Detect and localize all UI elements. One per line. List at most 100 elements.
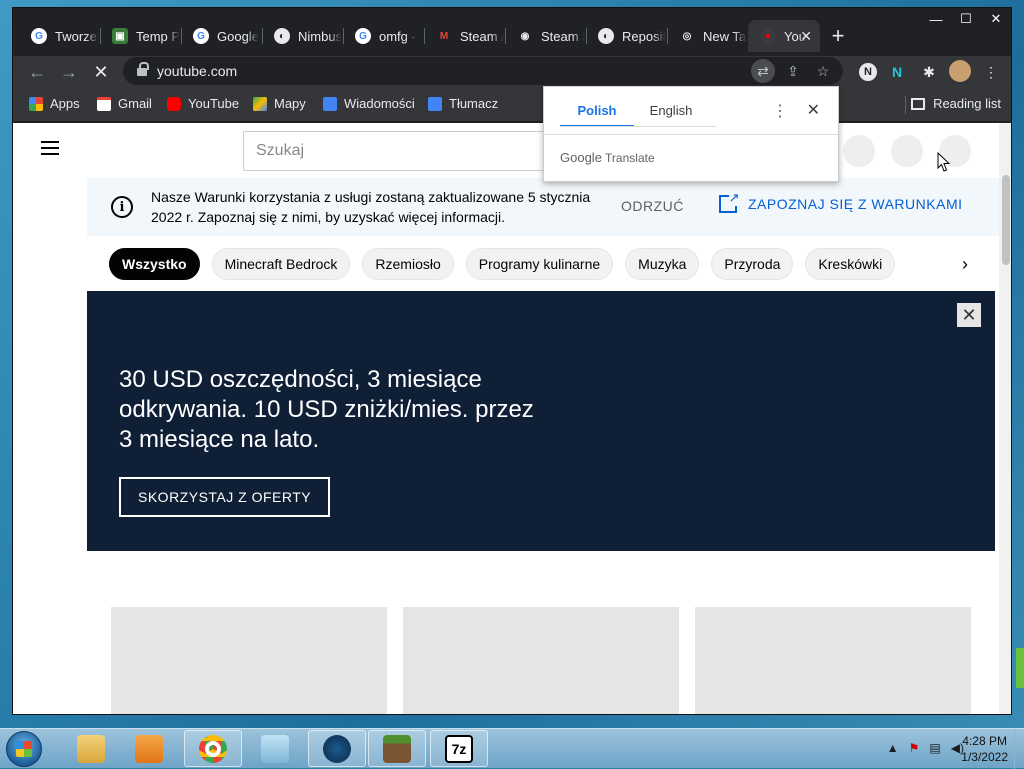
chip-muzyka[interactable]: Muzyka <box>625 248 700 280</box>
tab-temp-play[interactable]: ▣ Temp Play <box>100 20 181 52</box>
tab-polish[interactable]: Polish <box>560 95 634 127</box>
gmail-icon: M <box>436 28 452 44</box>
tab-title: Temp Play <box>136 28 180 44</box>
bookmark-apps[interactable]: Apps <box>29 96 80 111</box>
youtube-page: Szukaj i Nasze Warunki korzystania z usł… <box>13 123 1011 714</box>
tab-close-icon[interactable]: ✕ <box>800 28 812 45</box>
back-button[interactable]: ← <box>25 60 49 84</box>
windows-logo-icon <box>16 741 32 757</box>
dismiss-button[interactable]: ODRZUĆ <box>621 198 684 214</box>
bookmark-gmail[interactable]: Gmail <box>97 96 152 111</box>
chip-programy-kulinarne[interactable]: Programy kulinarne <box>465 248 614 280</box>
puzzle-icon[interactable]: ✱ <box>917 60 941 84</box>
tab-steam-s[interactable]: ◉ Steam S <box>505 20 586 52</box>
action-center-icon[interactable]: ⚑ <box>909 741 920 755</box>
reading-list-button[interactable]: Reading list <box>911 96 1001 111</box>
tab-new-tab[interactable]: ◎ New Tab <box>667 20 748 52</box>
close-icon[interactable]: ✕ <box>957 303 981 327</box>
minimize-button[interactable]: — <box>921 8 951 30</box>
network-icon[interactable]: ▤ <box>929 741 940 755</box>
chrome-icon <box>199 734 227 763</box>
chip-wszystko[interactable]: Wszystko <box>109 248 200 280</box>
system-tray: ▲ ⚑ ▤ ◀) <box>887 741 964 755</box>
review-terms-button[interactable]: ZAPOZNAJ SIĘ Z WARUNKAMI <box>719 190 963 213</box>
bookmark-youtube[interactable]: YouTube <box>167 96 239 111</box>
clock-time: 4:28 PM <box>962 734 1007 748</box>
chip-kreskowki[interactable]: Kreskówki <box>805 248 896 280</box>
tab-reposit[interactable]: ◐ Reposit <box>586 20 667 52</box>
notepad-icon <box>261 734 289 763</box>
taskbar-7zip[interactable]: 7z <box>430 730 488 767</box>
promo-cta-button[interactable]: SKORZYSTAJ Z OFERTY <box>119 477 331 517</box>
review-terms-label: ZAPOZNAJ SIĘ Z WARUNKAMI <box>748 196 963 212</box>
page-scrollbar[interactable] <box>999 123 1011 714</box>
bookmark-label: Gmail <box>118 96 152 111</box>
news-icon <box>323 96 337 111</box>
star-icon[interactable]: ☆ <box>811 59 835 83</box>
extension-nimbus-icon[interactable]: N <box>885 60 909 84</box>
close-icon[interactable]: ✕ <box>807 100 820 120</box>
bookmark-tlumacz[interactable]: Tłumacz <box>428 96 498 111</box>
placeholder-button <box>843 135 875 167</box>
taskbar-notepad[interactable] <box>246 730 304 767</box>
tab-steam-a[interactable]: M Steam A <box>424 20 505 52</box>
tab-tworzenie[interactable]: G Tworzenie <box>19 20 100 52</box>
tab-english[interactable]: English <box>634 95 708 127</box>
taskbar-minecraft[interactable] <box>368 730 426 767</box>
tab-google[interactable]: G Google <box>181 20 262 52</box>
tab-title: Steam A <box>460 28 504 44</box>
forward-button[interactable]: → <box>57 60 81 84</box>
desktop-edge-icon <box>1016 648 1024 688</box>
tab-omfg[interactable]: G omfg - <box>343 20 424 52</box>
bookmark-wiadomosci[interactable]: Wiadomości <box>323 96 415 111</box>
translate-icon[interactable]: ⇄ <box>751 59 775 83</box>
brand-translate: Translate <box>605 151 655 165</box>
chip-rzemioslo[interactable]: Rzemiosło <box>362 248 454 280</box>
tab-strip: G Tworzenie ▣ Temp Play G Google ◐ Nimbu… <box>19 20 856 52</box>
tab-nimbus[interactable]: ◐ Nimbus <box>262 20 343 52</box>
bookmark-mapy[interactable]: Mapy <box>253 96 306 111</box>
gmail-icon <box>97 96 111 111</box>
guide-menu-icon[interactable] <box>41 141 59 155</box>
bookmarks-bar: Apps Gmail YouTube Mapy Wiadomości Tłuma… <box>13 88 1011 122</box>
clock-date: 1/3/2022 <box>961 750 1008 764</box>
stop-loading-button[interactable]: ✕ <box>89 60 113 84</box>
close-window-button[interactable]: ✕ <box>981 8 1011 30</box>
taskbar-media-player[interactable] <box>120 730 178 767</box>
taskbar-chrome[interactable] <box>184 730 242 767</box>
scrollbar-thumb[interactable] <box>1002 175 1010 265</box>
loading-icon: ● <box>760 28 776 44</box>
translate-language-tabs: Polish English <box>560 95 708 127</box>
chip-minecraft-bedrock[interactable]: Minecraft Bedrock <box>211 248 351 280</box>
seven-zip-icon: 7z <box>445 734 473 763</box>
new-tab-button[interactable]: + <box>820 20 856 52</box>
share-icon[interactable]: ⇪ <box>781 59 805 83</box>
chip-przyroda[interactable]: Przyroda <box>711 248 794 280</box>
profile-avatar[interactable] <box>949 60 971 82</box>
search-input[interactable]: Szukaj <box>243 131 563 171</box>
chevron-right-icon[interactable]: › <box>955 254 975 274</box>
menu-icon[interactable]: ⋮ <box>979 60 1003 84</box>
browser-toolbar: ← → ✕ youtube.com ⇄ ⇪ ☆ N N ✱ ⋮ <box>13 56 1011 88</box>
extension-n-icon[interactable]: N <box>859 63 877 81</box>
taskbar-steam[interactable] <box>308 730 366 767</box>
show-desktop-button[interactable] <box>1014 729 1024 769</box>
start-button[interactable] <box>6 731 42 767</box>
google-icon: G <box>31 28 47 44</box>
window-controls: — ☐ ✕ <box>921 8 1011 30</box>
tab-title: Steam S <box>541 28 585 44</box>
google-icon: G <box>193 28 209 44</box>
url-text[interactable]: youtube.com <box>157 63 237 79</box>
clock[interactable]: 4:28 PM 1/3/2022 <box>961 733 1008 765</box>
google-icon: G <box>355 28 371 44</box>
lock-icon[interactable] <box>137 62 149 77</box>
reading-list-label: Reading list <box>933 96 1001 111</box>
google-translate-logo: Google Translate <box>560 150 655 165</box>
bookmarks-divider <box>905 96 906 114</box>
tab-youtube[interactable]: ● You ✕ <box>748 20 820 52</box>
maximize-button[interactable]: ☐ <box>951 8 981 30</box>
more-options-icon[interactable]: ⋮ <box>772 101 788 121</box>
show-hidden-icons-icon[interactable]: ▲ <box>887 741 899 755</box>
taskbar-explorer[interactable] <box>62 730 120 767</box>
address-bar[interactable]: youtube.com ⇄ ⇪ ☆ <box>123 57 843 85</box>
